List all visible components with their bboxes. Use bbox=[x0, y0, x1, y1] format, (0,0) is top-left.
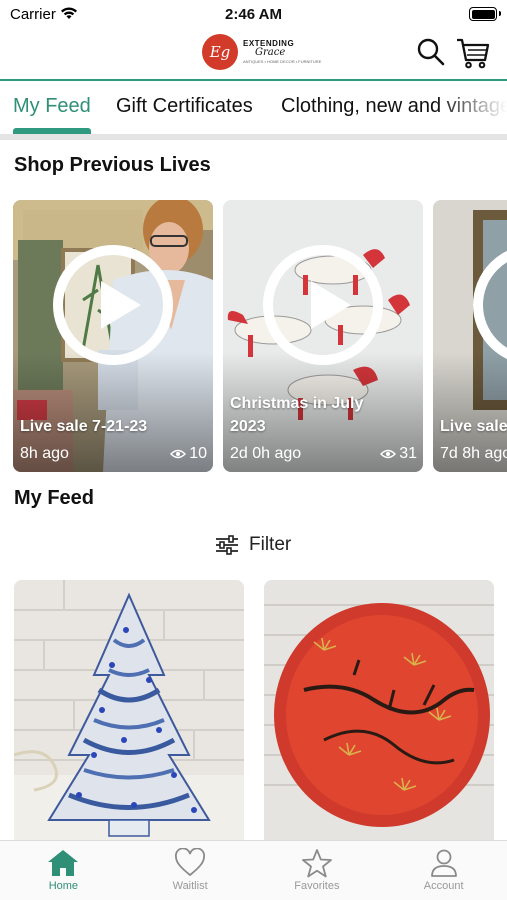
logo-line3: ANTIQUES • HOME DECOR • FURNITURE bbox=[243, 59, 322, 64]
bottom-tab-bar: Home Waitlist Favorites Account bbox=[0, 840, 507, 900]
nav-favorites[interactable]: Favorites bbox=[254, 841, 381, 900]
play-icon[interactable] bbox=[263, 245, 383, 365]
live-title: Christmas in July 2023 bbox=[230, 395, 364, 435]
logo-line2: Grace bbox=[255, 47, 286, 58]
person-icon bbox=[430, 849, 457, 877]
tab-gift-certificates[interactable]: Gift Certificates bbox=[116, 95, 253, 118]
live-time: 7d 8h ago bbox=[440, 445, 507, 462]
live-time: 8h ago bbox=[20, 445, 69, 462]
tabs-divider bbox=[0, 134, 507, 140]
feed-product-card[interactable] bbox=[14, 580, 244, 842]
nav-home-label: Home bbox=[48, 880, 79, 892]
previous-lives-carousel: Live sale 7-21-23 8h ago 10 Christmas in… bbox=[0, 200, 507, 472]
live-card[interactable]: Live sale 7-21-23 8h ago 10 bbox=[13, 200, 213, 472]
status-bar: Carrier 2:46 AM bbox=[0, 0, 507, 28]
live-views: 10 bbox=[170, 445, 207, 463]
nav-account[interactable]: Account bbox=[380, 841, 507, 900]
heart-icon bbox=[175, 848, 206, 877]
category-tabs: My Feed Gift Certificates Clothing, new … bbox=[0, 81, 507, 136]
live-card[interactable]: Live sale 7d 8h ago bbox=[433, 200, 507, 472]
product-image bbox=[264, 580, 494, 842]
filter-sliders-icon bbox=[216, 535, 238, 555]
filter-label: Filter bbox=[249, 534, 292, 555]
product-image bbox=[14, 580, 244, 842]
nav-account-label: Account bbox=[423, 880, 464, 892]
filter-button[interactable]: Filter bbox=[215, 534, 291, 556]
live-title: Live sale 7-21-23 bbox=[20, 417, 148, 435]
feed-product-card[interactable] bbox=[264, 580, 494, 842]
nav-waitlist-label: Waitlist bbox=[172, 880, 208, 892]
play-icon[interactable] bbox=[53, 245, 173, 365]
live-title: Live sale bbox=[440, 417, 507, 435]
cart-icon[interactable] bbox=[455, 36, 491, 70]
live-views: 31 bbox=[380, 445, 417, 463]
live-view-count: 31 bbox=[399, 445, 417, 462]
star-icon bbox=[301, 849, 332, 878]
battery-icon bbox=[469, 7, 501, 21]
nav-favorites-label: Favorites bbox=[294, 880, 340, 892]
app-header: Eg EXTENDING Grace ANTIQUES • HOME DECOR… bbox=[0, 28, 507, 80]
nav-home[interactable]: Home bbox=[0, 841, 127, 900]
logo-monogram: Eg bbox=[202, 34, 238, 70]
brand-logo[interactable]: Eg EXTENDING Grace ANTIQUES • HOME DECOR… bbox=[202, 34, 321, 70]
previous-lives-title: Shop Previous Lives bbox=[14, 154, 211, 176]
live-time: 2d 0h ago bbox=[230, 445, 302, 462]
live-view-count: 10 bbox=[189, 445, 207, 462]
status-time: 2:46 AM bbox=[225, 6, 282, 23]
search-icon[interactable] bbox=[415, 36, 447, 68]
live-card[interactable]: Christmas in July 2023 2d 0h ago 31 bbox=[223, 200, 423, 472]
home-icon bbox=[48, 850, 79, 876]
eye-icon bbox=[380, 449, 397, 459]
tab-my-feed[interactable]: My Feed bbox=[13, 95, 91, 118]
nav-waitlist[interactable]: Waitlist bbox=[127, 841, 254, 900]
feed-title: My Feed bbox=[14, 487, 95, 509]
eye-icon bbox=[170, 449, 187, 459]
